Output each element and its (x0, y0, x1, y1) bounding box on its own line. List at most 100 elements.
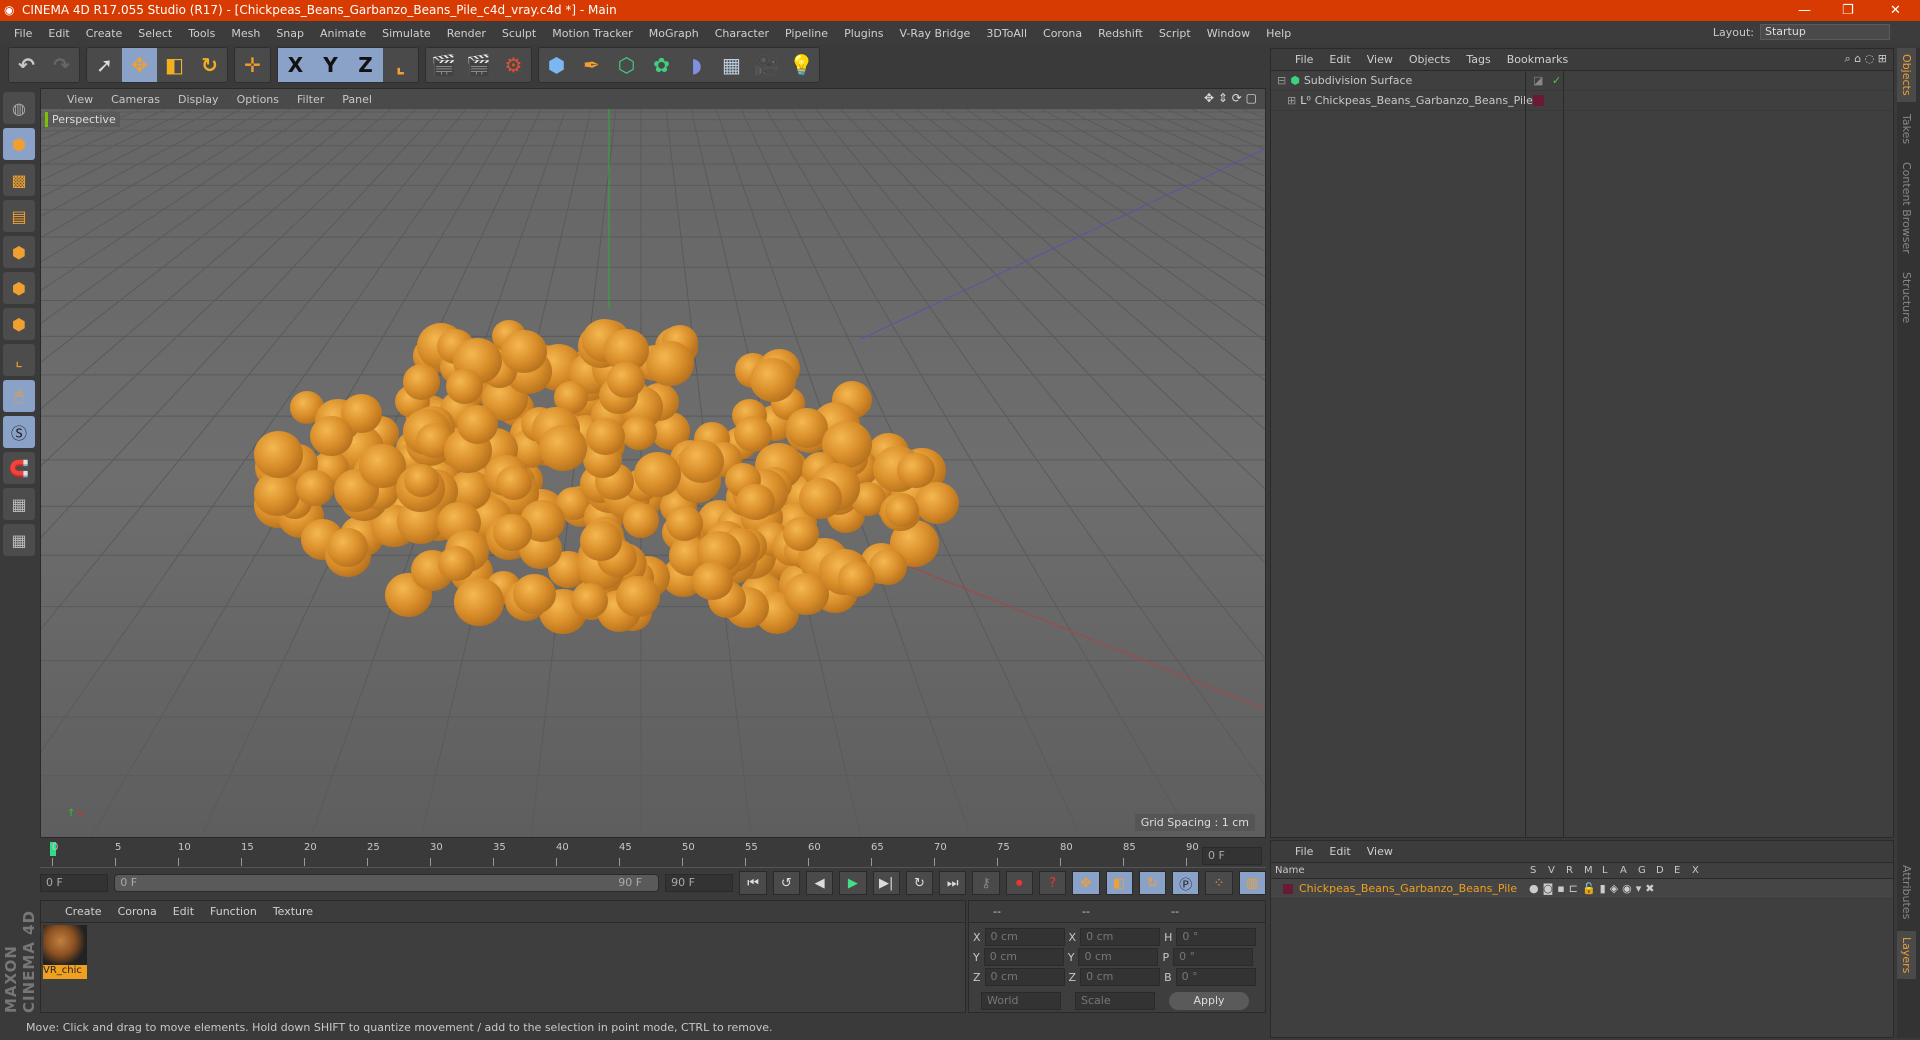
layers-menu-view[interactable]: View (1367, 845, 1393, 858)
menu-plugins[interactable]: Plugins (844, 27, 883, 40)
camera-icon[interactable]: 🎥 (749, 48, 784, 82)
workplane-icon[interactable]: ▤ (3, 200, 35, 232)
viewport[interactable]: View Cameras Display Options Filter Panel ✥ ⇕… (40, 88, 1266, 838)
snap-icon[interactable]: Ⓢ (3, 416, 35, 448)
cloner-icon[interactable]: ✿ (644, 48, 679, 82)
layer-column-r[interactable]: R (1566, 865, 1584, 876)
object-row-chickpeas[interactable]: ⊞ L⁰ Chickpeas_Beans_Garbanzo_Beans_Pile (1271, 91, 1893, 111)
menu-pipeline[interactable]: Pipeline (785, 27, 828, 40)
next-frame-icon[interactable]: ▶| (872, 871, 900, 895)
undo-icon[interactable]: ↶ (9, 48, 44, 82)
objects-menu-edit[interactable]: Edit (1329, 53, 1350, 66)
magnet-icon[interactable]: 🧲 (3, 452, 35, 484)
menu-create[interactable]: Create (86, 27, 123, 40)
viewport-menu-cameras[interactable]: Cameras (111, 93, 160, 106)
layer-column-v[interactable]: V (1548, 865, 1566, 876)
previous-key-icon[interactable]: ↺ (772, 871, 800, 895)
viewport-menu-panel[interactable]: Panel (342, 93, 372, 106)
layer-color-swatch[interactable] (1533, 95, 1544, 106)
move-icon[interactable]: ✥ (122, 48, 157, 82)
make-editable-icon[interactable]: ◍ (3, 92, 35, 124)
menu-render[interactable]: Render (447, 27, 486, 40)
coord-rotation-field[interactable]: 0 ° (1176, 928, 1257, 946)
menu-tools[interactable]: Tools (188, 27, 215, 40)
layer-swatch-icon[interactable]: ◪ (1533, 74, 1543, 87)
menu-motion-tracker[interactable]: Motion Tracker (552, 27, 632, 40)
menu-3dtoall[interactable]: 3DToAll (986, 27, 1027, 40)
coord-rotation-field[interactable]: 0 ° (1173, 948, 1254, 966)
viewport-menu-options[interactable]: Options (237, 93, 279, 106)
pen-icon[interactable]: ✒ (574, 48, 609, 82)
select-icon[interactable]: ➚ (87, 48, 122, 82)
chickpeas-model[interactable] (41, 109, 1265, 837)
coord-size-field[interactable]: 0 cm (1080, 928, 1161, 946)
material-menu-texture[interactable]: Texture (273, 905, 313, 918)
layer-column-l[interactable]: L (1602, 865, 1620, 876)
viewport-menu-filter[interactable]: Filter (297, 93, 324, 106)
tab-attributes[interactable]: Attributes (1897, 859, 1916, 925)
lock-workplane-icon[interactable]: ▦ (3, 488, 35, 520)
go-to-end-icon[interactable]: ⏭ (939, 871, 967, 895)
tab-takes[interactable]: Takes (1897, 108, 1916, 150)
layer-column-x[interactable]: X (1692, 865, 1710, 876)
key-pla-icon[interactable]: ⁘ (1205, 871, 1233, 895)
grid-icon[interactable]: ▦ (3, 524, 35, 556)
objects-menu-view[interactable]: View (1367, 53, 1393, 66)
frame-display-field[interactable]: 0 F (1202, 847, 1262, 865)
cube-icon[interactable]: ⬢ (539, 48, 574, 82)
coord-position-field[interactable]: 0 cm (983, 948, 1064, 966)
close-button[interactable]: ✕ (1890, 0, 1901, 21)
objects-menu-objects[interactable]: Objects (1409, 53, 1451, 66)
model-mode-icon[interactable]: ⬢ (3, 128, 35, 160)
menu-edit[interactable]: Edit (48, 27, 69, 40)
material-menu-edit[interactable]: Edit (173, 905, 194, 918)
go-to-start-icon[interactable]: ⏮ (739, 871, 767, 895)
keyframe-help-icon[interactable]: ? (1038, 871, 1067, 895)
render-picture-viewer-icon[interactable]: 🎬 (461, 48, 496, 82)
layer-column-g[interactable]: G (1638, 865, 1656, 876)
menu-help[interactable]: Help (1266, 27, 1291, 40)
transform-icon[interactable]: ✛ (235, 48, 270, 82)
menu-select[interactable]: Select (138, 27, 172, 40)
menu-simulate[interactable]: Simulate (382, 27, 431, 40)
render-settings-icon[interactable]: ⚙ (496, 48, 531, 82)
z-axis-lock[interactable]: Z (348, 48, 383, 82)
y-axis-lock[interactable]: Y (313, 48, 348, 82)
key-rotation-icon[interactable]: ↻ (1138, 871, 1167, 895)
scale-icon[interactable]: ◧ (157, 48, 192, 82)
layer-column-e[interactable]: E (1674, 865, 1692, 876)
polygons-mode-icon[interactable]: ⬢ (3, 308, 35, 340)
tab-objects[interactable]: Objects (1897, 48, 1916, 102)
autokey-icon[interactable]: ⏺ (1005, 871, 1033, 895)
keyframe-icon[interactable]: ⚷ (972, 871, 1000, 895)
layer-row[interactable]: Chickpeas_Beans_Garbanzo_Beans_Pile ●◙▪⊏… (1271, 879, 1893, 899)
viewport-menu-view[interactable]: View (67, 93, 93, 106)
layer-column-name[interactable]: Name (1275, 865, 1530, 876)
material-menu-corona[interactable]: Corona (118, 905, 157, 918)
menu-mograph[interactable]: MoGraph (649, 27, 699, 40)
coordinate-system-icon[interactable]: ⌞ (383, 48, 418, 82)
menu-redshift[interactable]: Redshift (1098, 27, 1143, 40)
edges-mode-icon[interactable]: ⬢ (3, 272, 35, 304)
render-view-icon[interactable]: 🎬 (426, 48, 461, 82)
floor-icon[interactable]: ▦ (714, 48, 749, 82)
light-icon[interactable]: 💡 (784, 48, 819, 82)
coord-position-field[interactable]: 0 cm (984, 968, 1065, 986)
redo-icon[interactable]: ↷ (44, 48, 79, 82)
menu-script[interactable]: Script (1159, 27, 1191, 40)
layer-column-s[interactable]: S (1530, 865, 1548, 876)
key-param-icon[interactable]: Ⓟ (1172, 871, 1200, 895)
layout-selector[interactable]: Layout: Startup (1713, 24, 1890, 40)
layer-color[interactable] (1283, 883, 1293, 894)
tab-structure[interactable]: Structure (1897, 266, 1916, 329)
play-icon[interactable]: ▶ (839, 871, 867, 895)
coord-size-field[interactable]: 0 cm (1080, 968, 1161, 986)
menu-mesh[interactable]: Mesh (231, 27, 260, 40)
enabled-check-icon[interactable]: ✓ (1552, 74, 1561, 87)
maximize-button[interactable]: ❐ (1842, 0, 1854, 21)
layer-name[interactable]: Chickpeas_Beans_Garbanzo_Beans_Pile (1299, 882, 1529, 895)
tab-layers[interactable]: Layers (1897, 931, 1916, 980)
transform-mode-dropdown[interactable]: Scale (1075, 992, 1155, 1010)
camera-label[interactable]: Perspective (45, 112, 120, 127)
timeline-ruler[interactable]: 0 5 10 15 20 25 30 35 40 45 50 55 60 65 70 75 80 85 90 (40, 840, 1266, 868)
